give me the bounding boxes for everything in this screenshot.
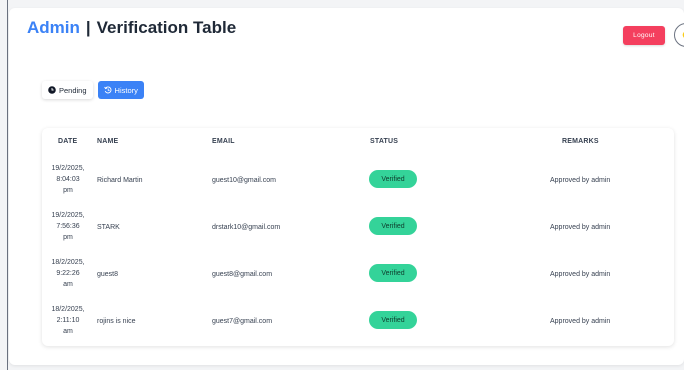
table-row: 18/2/2025, 9:22:26 am guest8 guest8@gmai… (42, 253, 674, 299)
table-row: 18/2/2025, 2:11:10 am rojins is nice gue… (42, 300, 674, 346)
table-row: 19/2/2025, 8:04:03 pm Richard Martin gue… (42, 159, 674, 205)
tab-bar: Pending History (42, 81, 144, 99)
remarks-cell: Approved by admin (550, 177, 611, 184)
history-icon (103, 86, 111, 94)
status-badge: Verified (369, 217, 417, 235)
page-title-text: Verification Table (96, 18, 237, 37)
theme-toggle-button[interactable] (674, 23, 684, 47)
tab-history-label: History (114, 85, 138, 95)
tab-pending[interactable]: Pending (42, 81, 93, 99)
date-cell: 19/2/2025, 7:56:36 pm (51, 212, 85, 241)
remarks-cell: Approved by admin (550, 318, 611, 325)
column-header-remarks: REMARKS (562, 138, 599, 145)
clock-icon (48, 86, 56, 94)
title-separator: | (85, 18, 91, 37)
date-cell: 18/2/2025, 2:11:10 am (51, 306, 85, 335)
name-cell: guest8 (97, 271, 119, 278)
tab-pending-label: Pending (59, 85, 87, 95)
status-badge: Verified (369, 264, 417, 282)
verification-table: DATE NAME EMAIL STATUS REMARKS 19/2/2025… (42, 128, 674, 346)
email-cell: guest8@gmail.com (212, 271, 273, 278)
column-header-email: EMAIL (212, 138, 235, 145)
name-cell: STARK (97, 224, 120, 231)
name-cell: Richard Martin (97, 177, 143, 184)
date-cell: 18/2/2025, 9:22:26 am (51, 259, 85, 288)
remarks-cell: Approved by admin (550, 271, 611, 278)
column-header-status: STATUS (370, 138, 399, 145)
email-cell: guest10@gmail.com (212, 177, 276, 184)
name-cell: rojins is nice (97, 318, 136, 325)
remarks-cell: Approved by admin (550, 224, 611, 231)
logout-button[interactable]: Logout (623, 26, 665, 45)
status-badge: Verified (369, 311, 417, 329)
column-header-date: DATE (58, 138, 78, 145)
brand-label: Admin (27, 18, 80, 37)
date-cell: 19/2/2025, 8:04:03 pm (51, 165, 85, 194)
window-edge-divider (7, 0, 8, 370)
status-badge: Verified (369, 170, 417, 188)
page-title: Admin | Verification Table (27, 18, 236, 38)
email-cell: guest7@gmail.com (212, 318, 273, 325)
email-cell: drstark10@gmail.com (212, 224, 281, 231)
column-header-name: NAME (97, 138, 119, 145)
tab-history[interactable]: History (97, 81, 144, 99)
app-frame: Admin | Verification Table Logout Pending … (0, 0, 684, 370)
table-row: 19/2/2025, 7:56:36 pm STARK drstark10@gm… (42, 206, 674, 252)
